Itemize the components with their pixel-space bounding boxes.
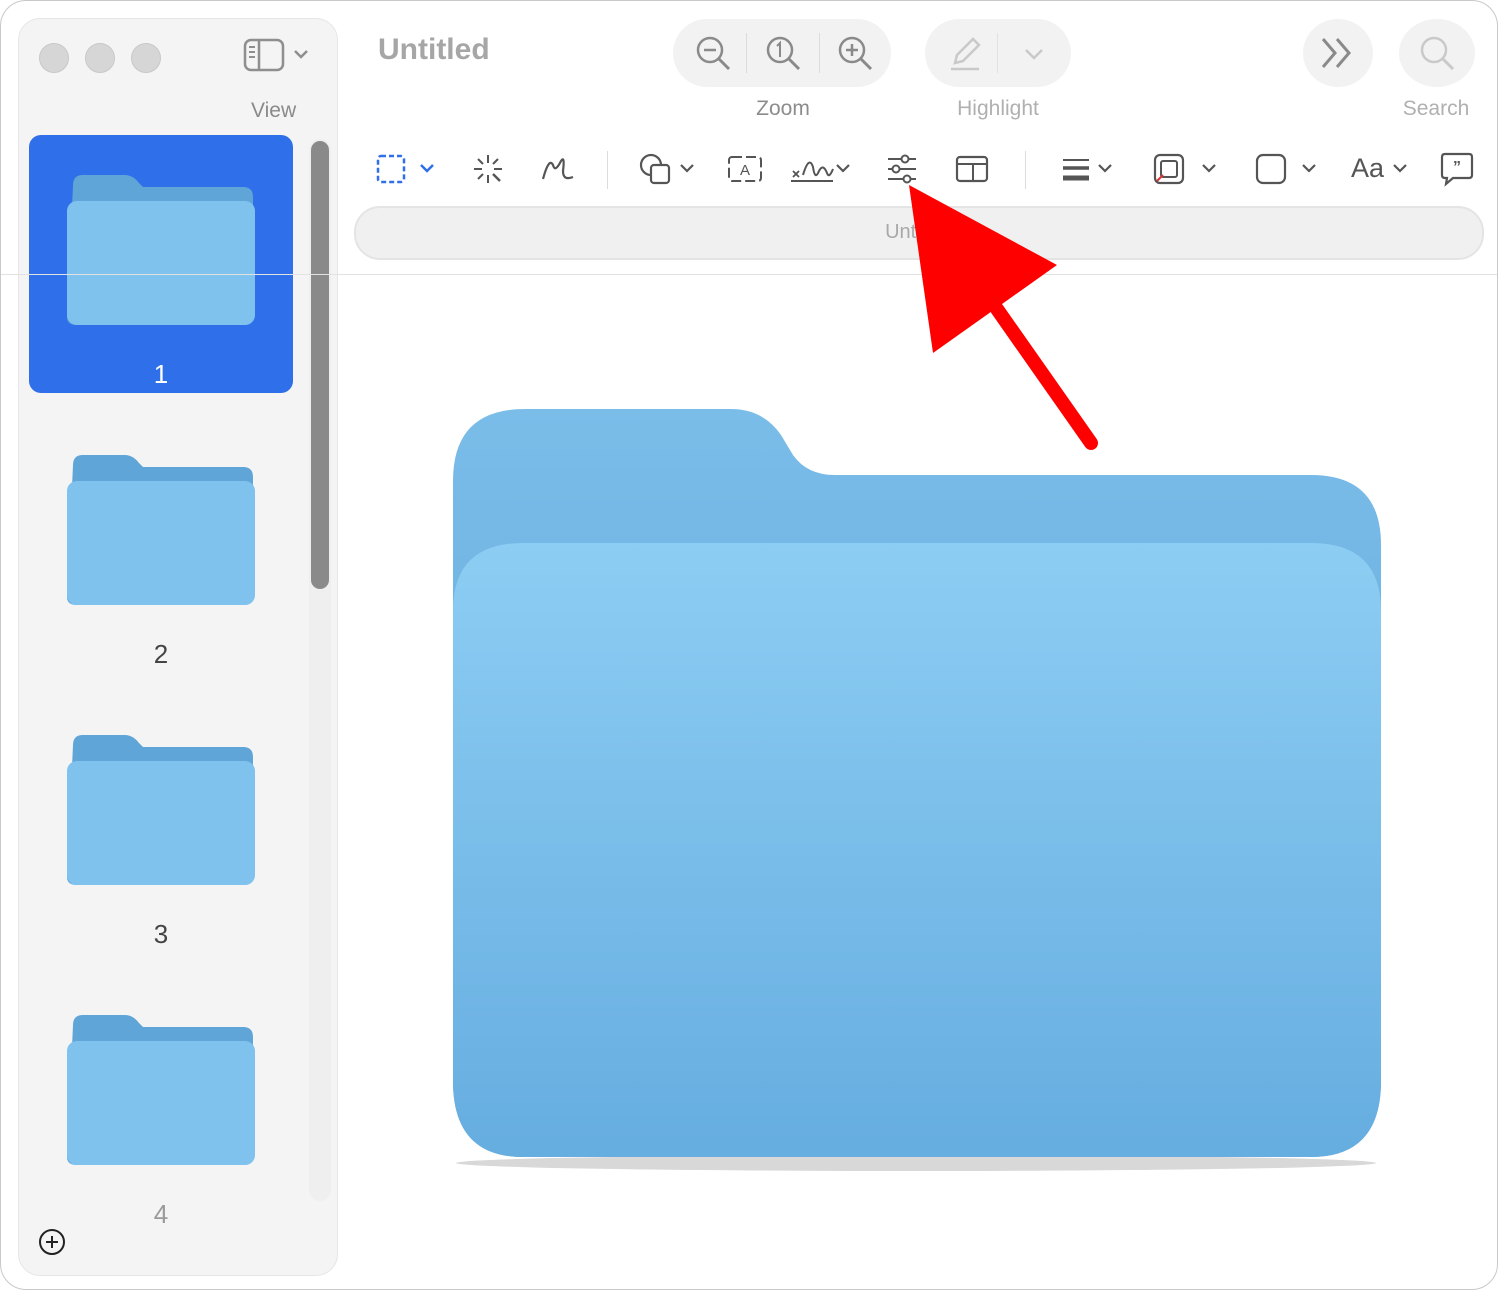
shapes-icon[interactable] xyxy=(637,151,699,187)
annotation-note-icon[interactable]: ” xyxy=(1437,151,1477,187)
signature-icon[interactable] xyxy=(789,151,855,187)
chevrons-right-icon[interactable] xyxy=(1317,35,1357,71)
document-folder-icon xyxy=(453,409,1381,1171)
folder-icon[interactable] xyxy=(63,171,257,329)
page-number: 3 xyxy=(153,919,169,949)
selection-tool-icon[interactable] xyxy=(373,151,439,187)
svg-text:A: A xyxy=(740,162,750,179)
folder-icon[interactable] xyxy=(63,731,257,889)
svg-text:”: ” xyxy=(1453,159,1461,176)
red-arrow-annotation xyxy=(909,185,1098,450)
divider xyxy=(1,274,1497,275)
page-number: 1 xyxy=(153,359,169,389)
page-number: 4 xyxy=(153,1199,169,1229)
document-title: Untitled xyxy=(378,33,490,66)
folder-icon[interactable] xyxy=(63,1011,257,1169)
text-style-button[interactable]: Aa xyxy=(1351,153,1384,184)
close-button[interactable] xyxy=(39,43,69,73)
text-box-icon[interactable]: A xyxy=(725,151,765,187)
zoom-out-icon[interactable] xyxy=(693,33,733,73)
sketch-icon[interactable] xyxy=(539,151,577,187)
sidebar: View 1 2 3 4 xyxy=(18,18,338,1276)
page-number: 2 xyxy=(153,639,169,669)
folder-icon[interactable] xyxy=(63,451,257,609)
chevron-down-icon[interactable] xyxy=(1021,41,1047,67)
zoom-label: Zoom xyxy=(756,97,810,120)
chevron-down-icon[interactable] xyxy=(1391,151,1411,187)
view-label: View xyxy=(251,99,297,122)
zoom-window-button[interactable] xyxy=(131,43,161,73)
highlight-label: Highlight xyxy=(957,97,1039,120)
fill-color-icon[interactable] xyxy=(1253,151,1321,187)
preview-window: View 1 2 3 4 Untitled Zoom Highlight Sea… xyxy=(0,0,1498,1290)
search-icon[interactable] xyxy=(1417,33,1457,73)
add-page-icon[interactable] xyxy=(37,1227,67,1257)
border-color-icon[interactable] xyxy=(1151,151,1219,187)
scrollbar-thumb[interactable] xyxy=(311,141,329,589)
instant-alpha-icon[interactable] xyxy=(469,151,507,187)
search-label: Search xyxy=(1402,97,1470,120)
minimize-button[interactable] xyxy=(85,43,115,73)
highlighter-icon[interactable] xyxy=(945,33,985,73)
sidebar-view-button[interactable] xyxy=(243,37,315,73)
actual-size-icon[interactable] xyxy=(763,33,803,73)
zoom-in-icon[interactable] xyxy=(835,33,875,73)
